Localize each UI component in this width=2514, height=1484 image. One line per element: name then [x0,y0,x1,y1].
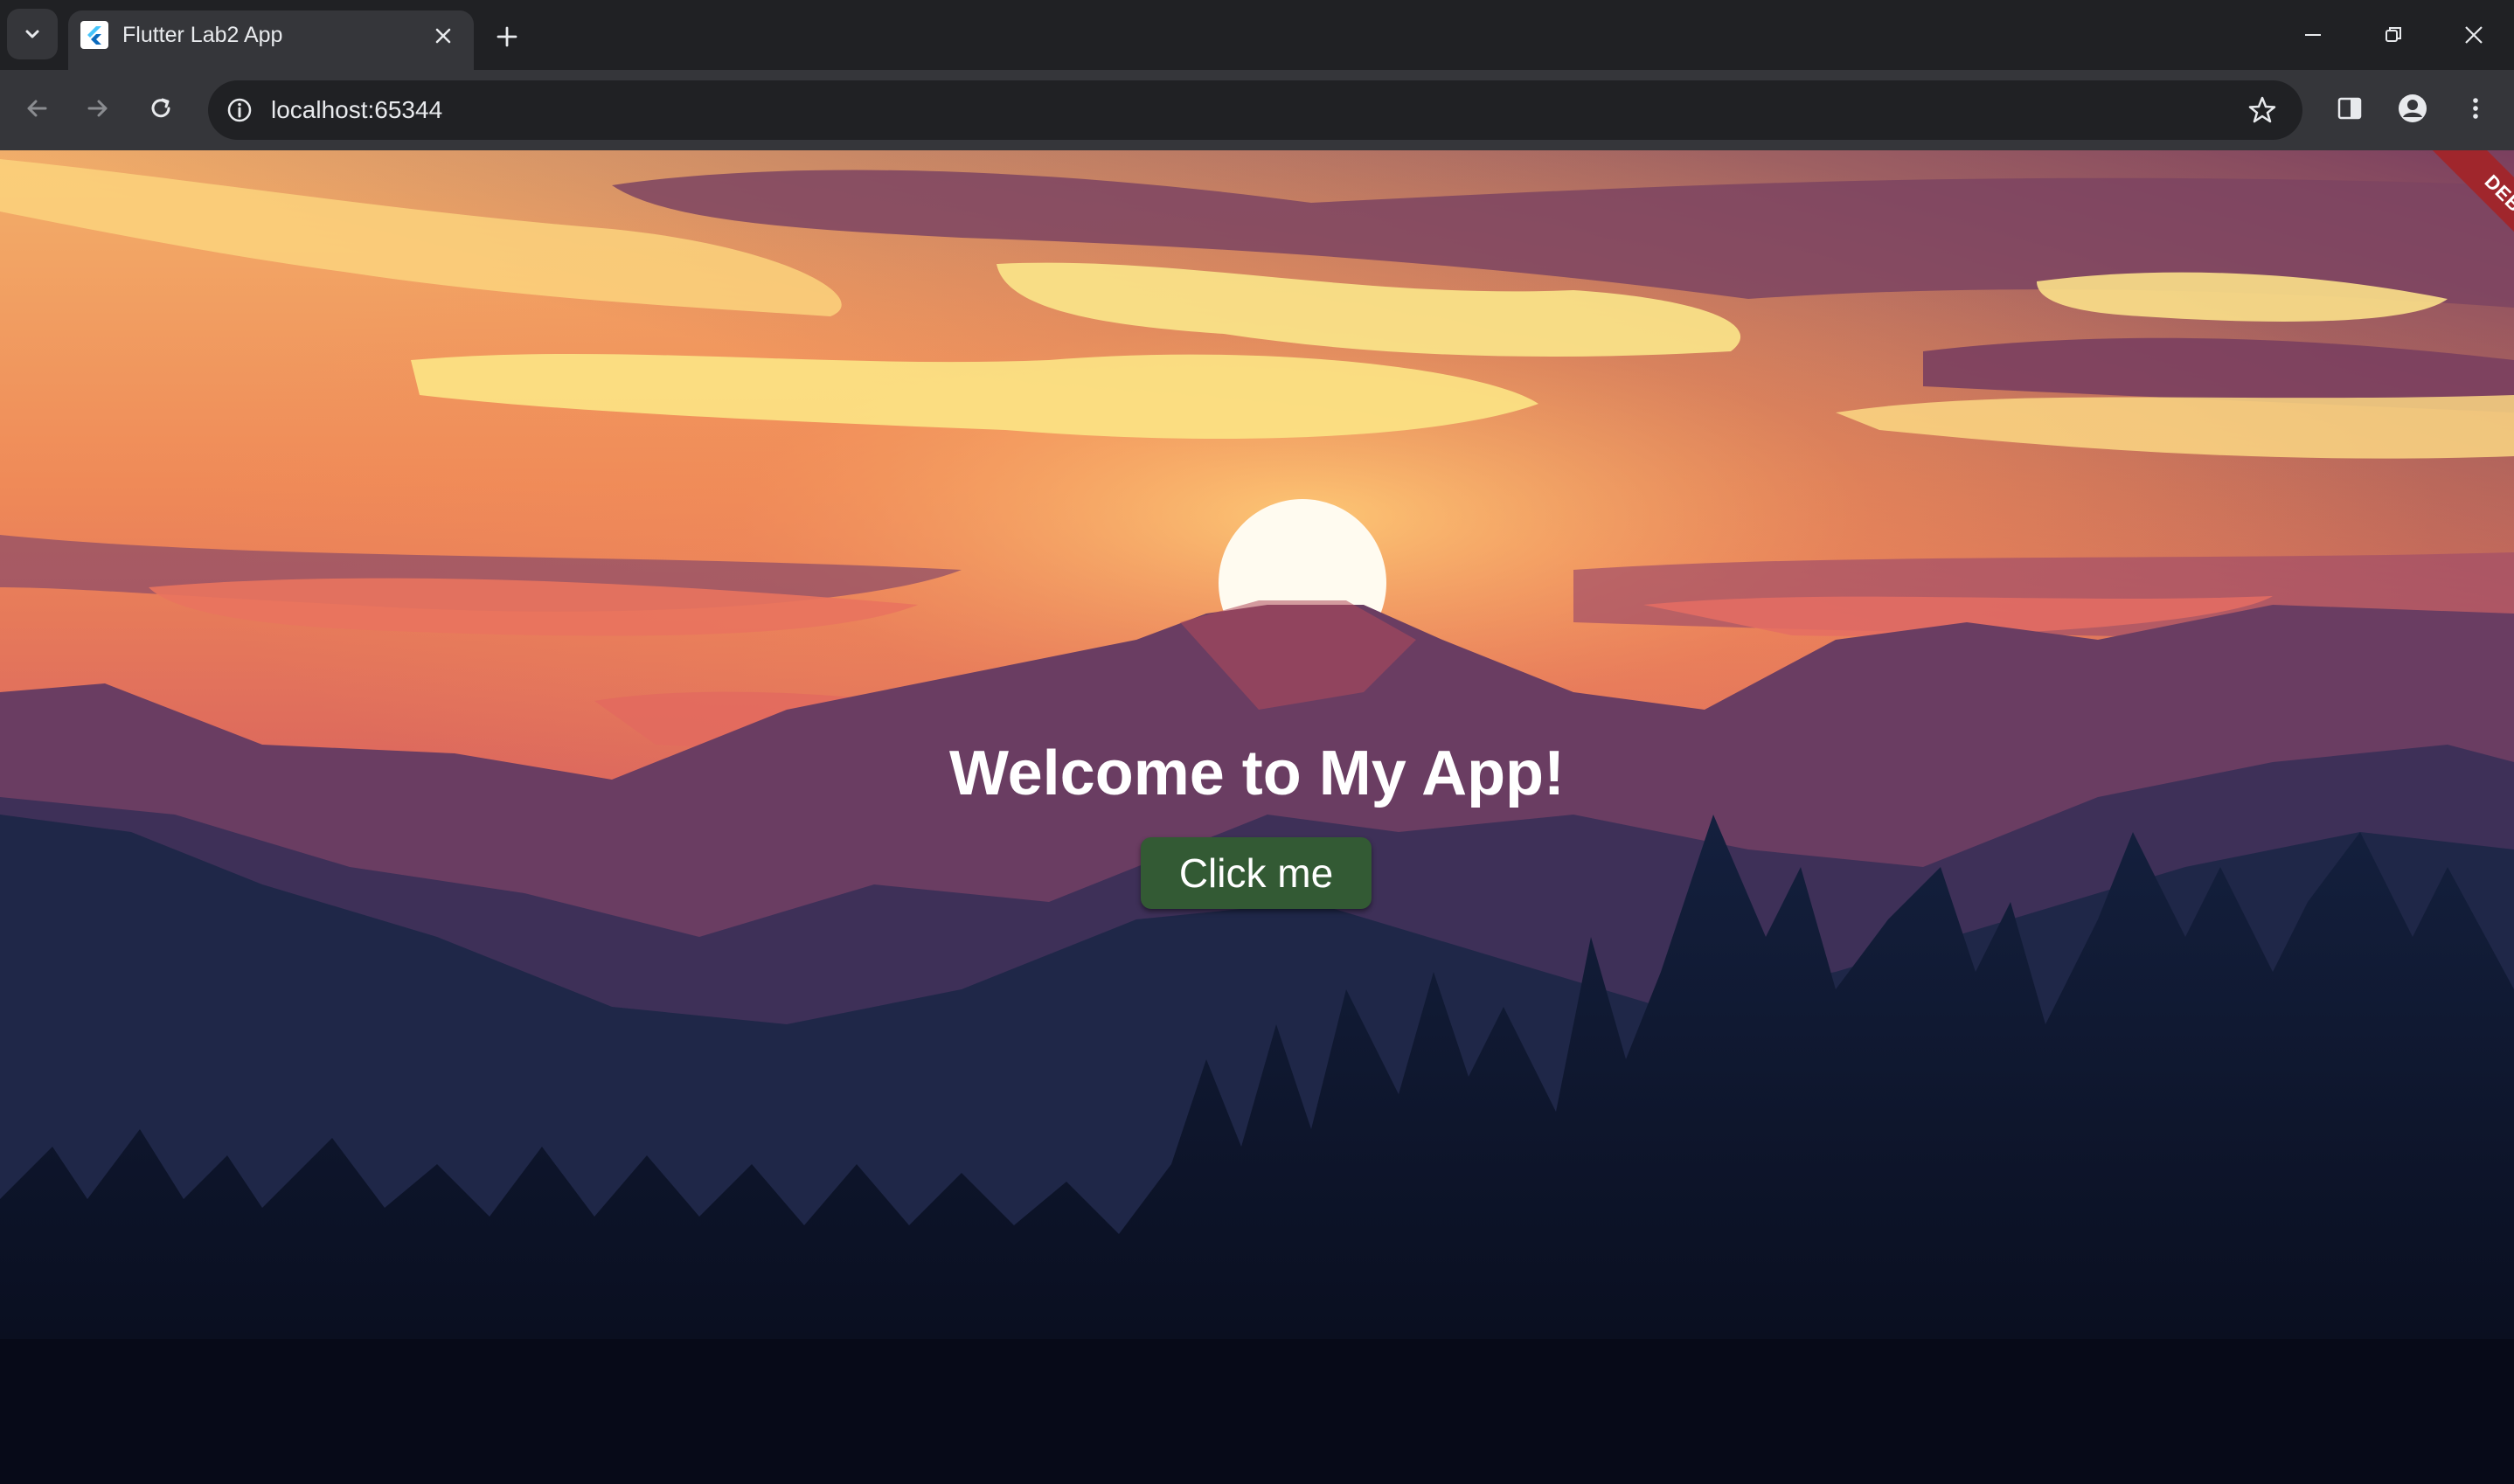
tab-bar: Flutter Lab2 App [0,0,2514,70]
url-text: localhost:65344 [271,96,443,123]
tab-search-button[interactable] [7,9,58,59]
back-button[interactable] [12,84,61,133]
new-tab-button[interactable] [486,16,528,58]
address-bar[interactable]: localhost:65344 [208,80,2302,140]
side-panel-icon [2337,97,2362,120]
flutter-logo-icon [80,21,108,49]
debug-banner-label: DEBUG [2432,150,2514,287]
side-panel-button[interactable] [2325,84,2374,133]
browser-tab[interactable]: Flutter Lab2 App [68,10,474,70]
debug-banner: DEBUG [2365,150,2514,299]
sunset-background-image [0,150,2514,1484]
minimize-icon [2305,34,2321,36]
reload-icon [151,98,170,118]
minimize-button[interactable] [2287,9,2339,61]
close-icon [435,28,451,44]
tab-title: Flutter Lab2 App [122,23,283,47]
close-icon [2465,26,2483,44]
browser-toolbar: localhost:65344 [0,70,2514,150]
profile-button[interactable] [2388,84,2437,133]
plus-icon [497,26,517,47]
arrow-right-icon [87,100,108,117]
bookmark-button[interactable] [2240,87,2285,133]
click-me-button[interactable]: Click me [1141,837,1372,909]
welcome-heading: Welcome to My App! [948,739,1566,808]
reload-button[interactable] [136,84,185,133]
window-close-button[interactable] [2448,9,2500,61]
app-viewport: Welcome to My App! Click me DEBUG [0,150,2514,1484]
arrow-left-icon [27,100,47,117]
site-info-button[interactable] [219,89,260,131]
profile-icon [2399,94,2427,122]
restore-button[interactable] [2367,9,2420,61]
forward-button[interactable] [73,84,122,133]
tab-close-button[interactable] [427,19,460,52]
kebab-menu-icon [2473,98,2478,119]
restore-icon [2386,27,2401,42]
browser-menu-button[interactable] [2451,84,2500,133]
chevron-down-icon [25,30,39,38]
star-icon [2248,96,2276,123]
info-icon [227,98,252,122]
